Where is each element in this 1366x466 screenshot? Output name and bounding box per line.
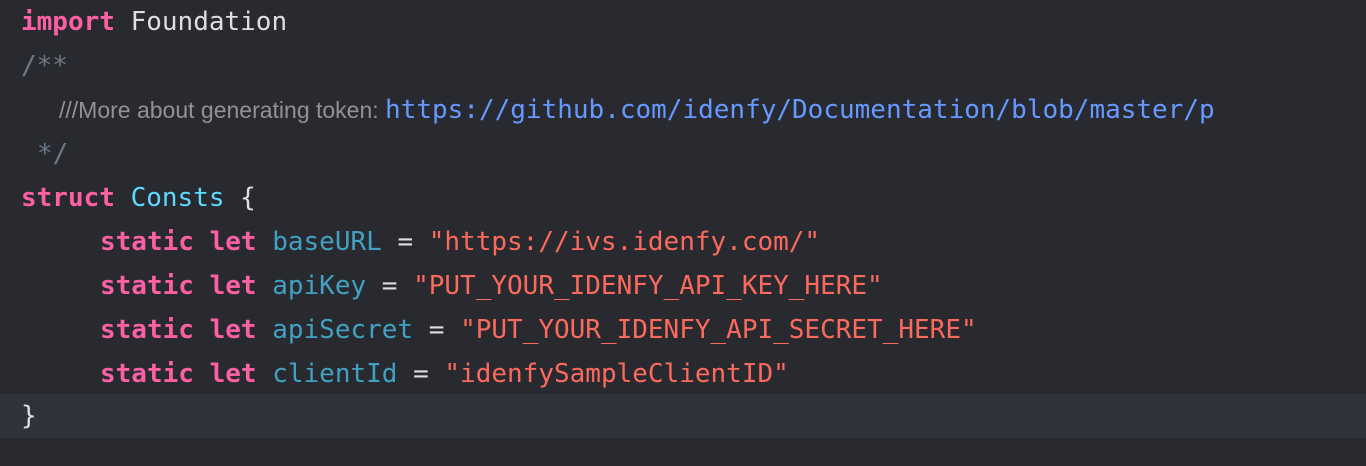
doc-comment-text: ///More about generating token: [59, 97, 386, 123]
code-line-apikey[interactable]: static let apiKey = "PUT_YOUR_IDENFY_API… [0, 264, 1366, 308]
keyword-let: let [209, 271, 257, 301]
equals-sign: = [428, 315, 445, 345]
keyword-static: static [100, 315, 194, 345]
equals-sign: = [381, 271, 398, 301]
keyword-struct: struct [21, 183, 115, 213]
brace-close: } [21, 401, 37, 431]
keyword-let: let [209, 227, 257, 257]
property-name: baseURL [272, 227, 382, 257]
equals-sign: = [397, 227, 414, 257]
string-literal: "https://ivs.idenfy.com/" [428, 227, 821, 257]
equals-sign: = [413, 359, 429, 389]
keyword-static: static [100, 271, 194, 301]
code-line-struct[interactable]: struct Consts { [0, 176, 1366, 220]
code-line-baseurl[interactable]: static let baseURL = "https://ivs.idenfy… [0, 220, 1366, 264]
code-line-doc-comment[interactable]: ///More about generating token: https://… [0, 88, 1366, 132]
keyword-import: import [21, 7, 115, 37]
doc-comment-link[interactable]: https://github.com/idenfy/Documentation/… [385, 95, 1215, 125]
comment-close: */ [37, 139, 69, 169]
string-literal: "idenfySampleClientID" [444, 359, 789, 389]
keyword-static: static [100, 359, 194, 389]
struct-name: Consts [130, 183, 225, 213]
code-line-comment-open[interactable]: /** [0, 44, 1366, 88]
keyword-static: static [100, 227, 194, 257]
code-line-clientid[interactable]: static let clientId = "idenfySampleClien… [0, 352, 1366, 396]
code-line-comment-close[interactable]: */ [0, 132, 1366, 176]
keyword-let: let [209, 359, 257, 389]
comment-open: /** [21, 51, 68, 81]
code-line-import[interactable]: import Foundation [0, 0, 1366, 44]
code-line-apisecret[interactable]: static let apiSecret = "PUT_YOUR_IDENFY_… [0, 308, 1366, 352]
property-name: apiKey [272, 271, 367, 301]
string-literal: "PUT_YOUR_IDENFY_API_SECRET_HERE" [460, 315, 977, 345]
string-literal: "PUT_YOUR_IDENFY_API_KEY_HERE" [413, 271, 883, 301]
brace-open: { [240, 183, 256, 213]
code-editor[interactable]: import Foundation /** ///More about gene… [0, 0, 1366, 466]
module-name: Foundation [130, 7, 288, 37]
code-line-closing-brace-current[interactable]: } [0, 394, 1366, 438]
property-name: clientId [272, 359, 398, 389]
property-name: apiSecret [272, 315, 414, 345]
keyword-let: let [209, 315, 257, 345]
